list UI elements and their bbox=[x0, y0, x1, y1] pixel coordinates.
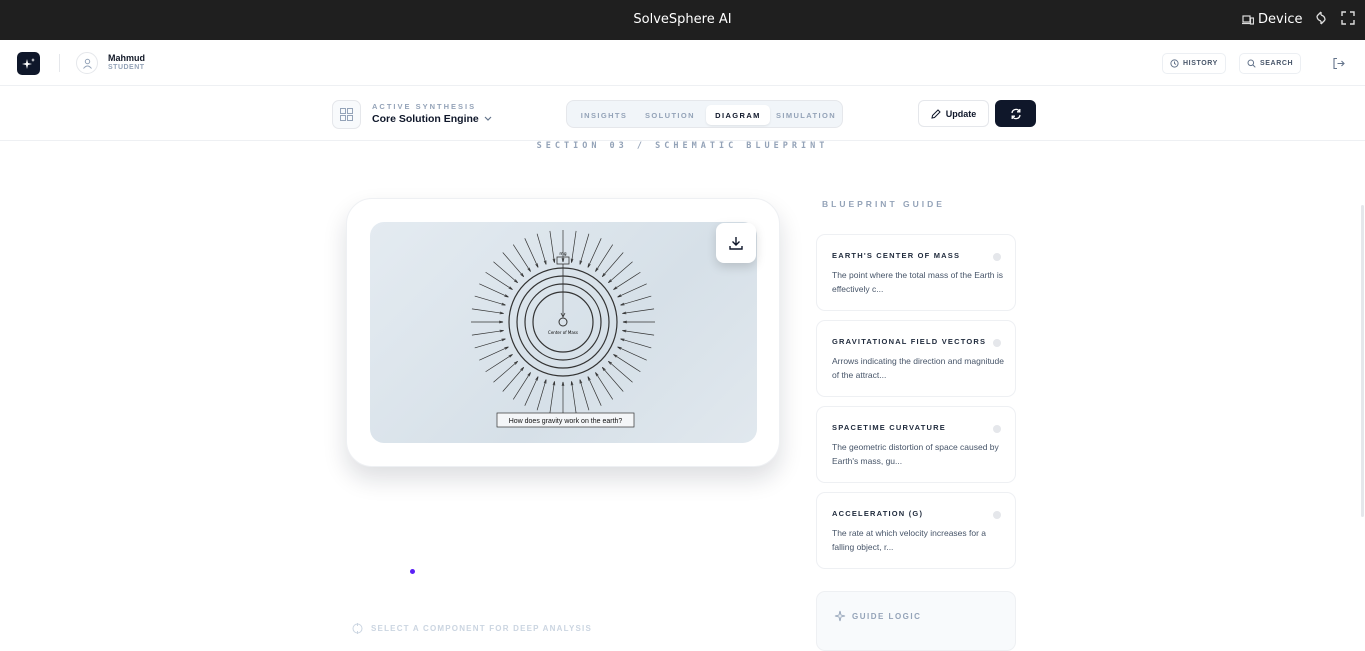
pencil-icon bbox=[931, 108, 941, 119]
device-icon bbox=[1242, 14, 1254, 25]
history-label: HISTORY bbox=[1183, 60, 1218, 67]
history-button[interactable]: HISTORY bbox=[1162, 53, 1226, 74]
search-label: SEARCH bbox=[1260, 60, 1294, 67]
field-vector-arrow bbox=[617, 283, 647, 298]
refresh-icon bbox=[1010, 108, 1021, 119]
history-icon bbox=[1170, 59, 1179, 68]
guide-logic-label: GUIDE LOGIC bbox=[852, 612, 922, 621]
logout-icon[interactable] bbox=[1332, 57, 1345, 70]
guide-item-center-of-mass[interactable]: EARTH'S CENTER OF MASS The point where t… bbox=[816, 234, 1016, 311]
refresh-button[interactable] bbox=[995, 100, 1036, 127]
field-vector-arrow bbox=[474, 338, 506, 349]
scrollbar[interactable] bbox=[1361, 205, 1364, 517]
guide-logic-panel: GUIDE LOGIC bbox=[816, 591, 1016, 651]
guide-item-desc: The geometric distortion of space caused… bbox=[832, 442, 999, 466]
status-dot bbox=[993, 511, 1001, 519]
app-title: SolveSphere AI bbox=[633, 12, 732, 27]
guide-item-spacetime-curvature[interactable]: SPACETIME CURVATURE The geometric distor… bbox=[816, 406, 1016, 483]
cursor-indicator bbox=[410, 569, 415, 574]
field-vector-arrow bbox=[524, 238, 539, 268]
user-icon bbox=[82, 58, 92, 69]
update-button[interactable]: Update bbox=[918, 100, 989, 127]
status-dot bbox=[993, 253, 1001, 261]
guide-item-title: SPACETIME CURVATURE bbox=[832, 423, 946, 432]
field-vector-arrow bbox=[620, 338, 652, 349]
search-icon bbox=[1247, 59, 1256, 68]
blueprint-guide-title: BLUEPRINT GUIDE bbox=[822, 199, 945, 209]
diagram-image[interactable]: mg Center of Mass How does gravity work … bbox=[370, 222, 757, 443]
field-vector-arrow bbox=[549, 381, 555, 414]
guide-item-field-vectors[interactable]: GRAVITATIONAL FIELD VECTORS Arrows indic… bbox=[816, 320, 1016, 397]
tab-diagram[interactable]: DIAGRAM bbox=[706, 105, 770, 125]
section-title: SECTION 03 / SCHEMATIC BLUEPRINT bbox=[536, 141, 829, 151]
field-vector-arrow bbox=[471, 330, 504, 336]
mg-label: mg bbox=[559, 252, 566, 257]
field-vector-arrow bbox=[549, 230, 555, 263]
select-hint-text: SELECT A COMPONENT FOR DEEP ANALYSIS bbox=[371, 624, 593, 633]
user-name: Mahmud bbox=[108, 53, 145, 63]
select-component-hint: SELECT A COMPONENT FOR DEEP ANALYSIS bbox=[352, 623, 592, 634]
tab-simulation[interactable]: SIMULATION bbox=[772, 105, 840, 125]
rotate-icon[interactable] bbox=[1314, 11, 1328, 25]
view-tabs: INSIGHTS SOLUTION DIAGRAM SIMULATION bbox=[566, 100, 843, 128]
device-toggle[interactable]: Device bbox=[1242, 12, 1302, 27]
field-vector-arrow bbox=[620, 295, 652, 306]
header-divider bbox=[59, 54, 60, 72]
field-vector-arrow bbox=[587, 238, 602, 268]
fullscreen-icon[interactable] bbox=[1341, 11, 1355, 25]
tab-solution[interactable]: SOLUTION bbox=[638, 105, 702, 125]
guide-item-title: GRAVITATIONAL FIELD VECTORS bbox=[832, 337, 987, 346]
layout-grid-button[interactable] bbox=[332, 100, 361, 129]
guide-item-desc: Arrows indicating the direction and magn… bbox=[832, 356, 1004, 380]
sparkle-icon bbox=[21, 57, 35, 69]
field-vector-arrow bbox=[474, 295, 506, 306]
field-vector-arrow bbox=[479, 283, 509, 298]
synthesis-toolbar: ACTIVE SYNTHESIS Core Solution Engine IN… bbox=[0, 87, 1365, 141]
tab-insights[interactable]: INSIGHTS bbox=[572, 105, 636, 125]
sparkle-icon bbox=[834, 610, 846, 622]
chevron-down-icon bbox=[484, 116, 492, 121]
guide-item-desc: The rate at which velocity increases for… bbox=[832, 528, 987, 552]
field-vector-arrow bbox=[617, 346, 647, 361]
field-vector-arrow bbox=[579, 379, 590, 411]
grid-icon bbox=[340, 108, 353, 121]
guide-item-acceleration[interactable]: ACCELERATION (G) The rate at which veloc… bbox=[816, 492, 1016, 569]
field-vector-arrow bbox=[524, 376, 539, 406]
user-role: STUDENT bbox=[108, 64, 145, 71]
field-vector-arrow bbox=[579, 233, 590, 265]
field-vector-arrow bbox=[471, 308, 504, 314]
app-header: Mahmud STUDENT HISTORY SEARCH bbox=[0, 40, 1365, 86]
guide-item-title: ACCELERATION (G) bbox=[832, 509, 924, 518]
status-dot bbox=[993, 425, 1001, 433]
guide-item-desc: The point where the total mass of the Ea… bbox=[832, 270, 1004, 294]
field-vector-arrow bbox=[571, 381, 577, 414]
center-of-mass-label: Center of Mass bbox=[548, 330, 578, 335]
diagram-caption: How does gravity work on the earth? bbox=[509, 418, 623, 425]
field-vector-arrow bbox=[536, 379, 547, 411]
target-icon bbox=[352, 623, 363, 634]
engine-title: Core Solution Engine bbox=[372, 113, 479, 125]
search-button[interactable]: SEARCH bbox=[1239, 53, 1302, 74]
download-button[interactable] bbox=[716, 223, 756, 263]
guide-item-title: EARTH'S CENTER OF MASS bbox=[832, 251, 961, 260]
update-label: Update bbox=[945, 108, 977, 119]
app-titlebar: SolveSphere AI Device bbox=[0, 0, 1365, 40]
active-synthesis-label: ACTIVE SYNTHESIS bbox=[372, 102, 477, 111]
engine-selector[interactable]: Core Solution Engine bbox=[372, 113, 492, 125]
device-label: Device bbox=[1258, 12, 1303, 27]
field-vector-arrow bbox=[536, 233, 547, 265]
avatar[interactable] bbox=[76, 52, 98, 74]
gravity-diagram: mg Center of Mass How does gravity work … bbox=[471, 230, 655, 428]
download-icon bbox=[729, 237, 743, 250]
field-vector-arrow bbox=[622, 330, 655, 336]
app-logo[interactable] bbox=[17, 52, 40, 75]
status-dot bbox=[993, 339, 1001, 347]
field-vector-arrow bbox=[587, 376, 602, 406]
field-vector-arrow bbox=[571, 230, 577, 263]
field-vector-arrow bbox=[479, 346, 509, 361]
field-vector-arrow bbox=[622, 308, 655, 314]
